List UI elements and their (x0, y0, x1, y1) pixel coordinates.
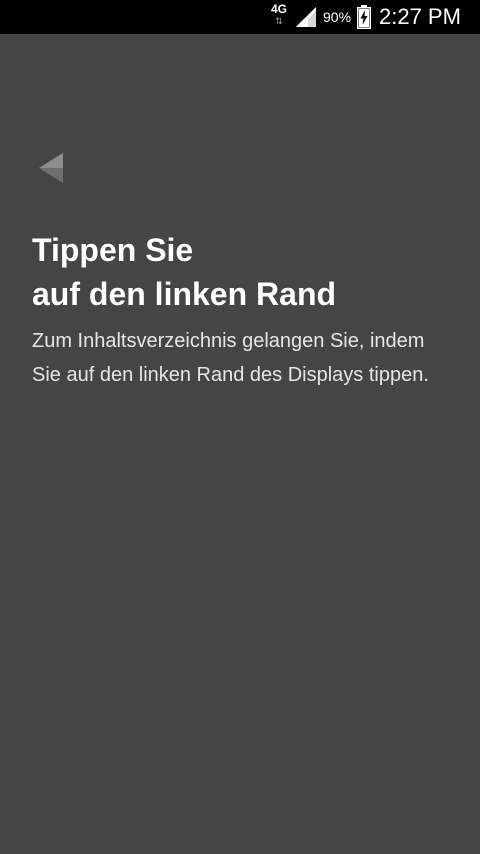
data-activity-icon: ⇅ (275, 16, 283, 26)
title-line-1: Tippen Sie (32, 232, 194, 268)
status-clock: 2:27 PM (379, 4, 461, 29)
title-line-2: auf den linken Rand (32, 276, 337, 312)
network-indicator: 4G ⇅ (268, 3, 290, 31)
battery-percent: 90% (323, 9, 352, 25)
signal-icon (296, 7, 316, 27)
back-arrow-icon[interactable] (36, 150, 66, 186)
status-bar: 4G ⇅ 90% 2:27 PM (0, 0, 480, 34)
instruction-text: Zum Inhaltsverzeichnis gelangen Sie, ind… (32, 330, 429, 386)
page-title: Tippen Sie auf den linken Rand (32, 228, 452, 316)
network-type: 4G (270, 2, 287, 16)
battery-charging-icon (357, 5, 371, 29)
